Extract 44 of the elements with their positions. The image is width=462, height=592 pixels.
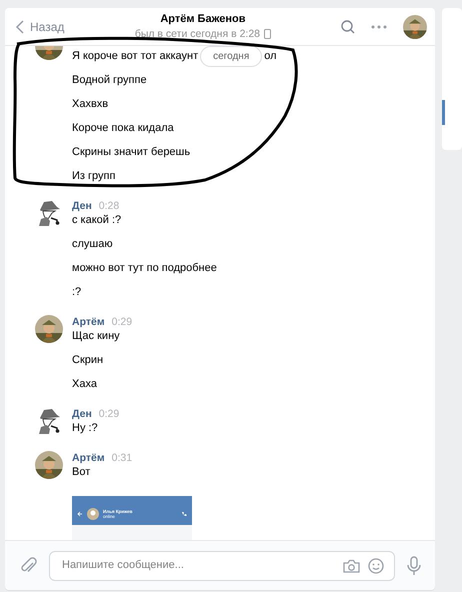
avatar — [87, 508, 99, 520]
message-time: 0:29 — [98, 407, 120, 421]
message-text: Ну :? — [72, 421, 99, 436]
camera-icon[interactable] — [343, 558, 360, 572]
message-text: Хахвхв — [72, 97, 110, 112]
author-name: Артём — [72, 451, 105, 465]
author-name: Ден — [72, 199, 92, 213]
paperclip-icon[interactable] — [21, 556, 37, 574]
back-icon — [15, 20, 24, 34]
contact-name: Артём Баженов — [159, 12, 246, 26]
message-text: Скрин — [72, 353, 104, 368]
date-badge: сегодня — [200, 46, 262, 67]
avatar — [35, 315, 63, 343]
message-text: Вот — [72, 465, 92, 480]
message-text: слушаю — [72, 237, 114, 252]
back-arrow-icon — [77, 510, 83, 516]
search-icon[interactable] — [341, 20, 356, 34]
active-marker — [442, 100, 446, 125]
message-text: Водной группе — [72, 73, 148, 88]
message-text: Из групп — [72, 169, 116, 184]
avatar[interactable] — [403, 14, 428, 38]
back-link[interactable]: Назад — [15, 18, 64, 36]
message-time: 0:31 — [112, 451, 132, 465]
message-time: 0:29 — [112, 315, 132, 329]
message-text: Я короче вот тот аккаунт — [72, 50, 198, 62]
message-text: с какой :? — [72, 213, 122, 228]
avatar — [35, 451, 63, 479]
message-text: Щас кину — [72, 329, 121, 344]
message-text: можно вот тут по подробнее — [72, 261, 218, 276]
message-text: Хаха — [72, 377, 98, 392]
message-text: ол — [264, 50, 277, 62]
message-time: 0:28 — [98, 199, 120, 213]
smile-icon[interactable] — [368, 558, 384, 574]
message-text: Скрины значит берешь — [72, 145, 192, 160]
last-seen-status: был в сети сегодня в 2:28 — [134, 26, 260, 42]
author-name: Ден — [72, 407, 92, 421]
author-name: Артём — [72, 315, 105, 329]
message-text: :? — [72, 285, 82, 300]
message-text: Короче пока кидала — [72, 121, 175, 136]
more-icon[interactable] — [371, 24, 388, 28]
phone-icon — [181, 510, 187, 516]
phone-icon — [264, 29, 272, 39]
message-field[interactable]: Напишите сообщение... — [49, 550, 396, 580]
microphone-icon[interactable] — [407, 556, 422, 576]
